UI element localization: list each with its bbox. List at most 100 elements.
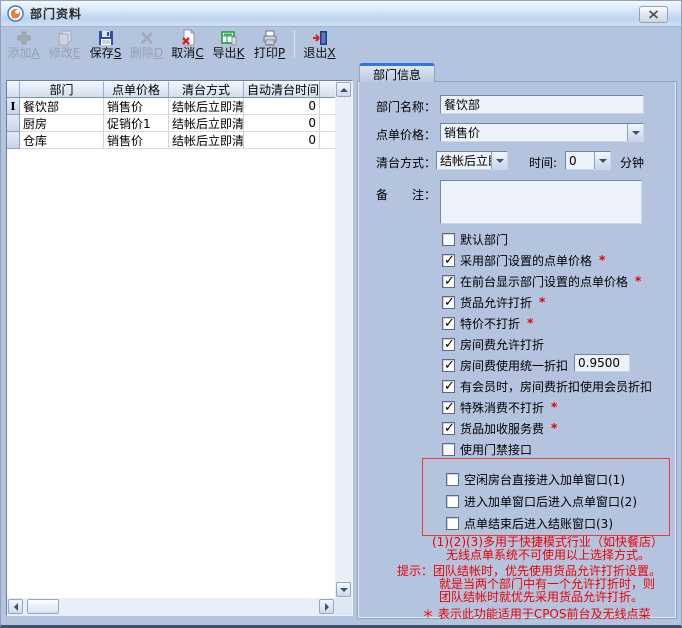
checkbox-box[interactable] <box>446 473 459 486</box>
cell-clear[interactable]: 结帐后立即清 <box>169 115 244 132</box>
checkbox-add-window-to-order-window[interactable]: 进入加单窗口后进入点单窗口(2) <box>446 494 637 508</box>
checkbox-box[interactable] <box>442 275 455 288</box>
dropdown-button[interactable] <box>627 124 643 141</box>
table-row[interactable]: 仓库 销售价 结帐后立即清 0 <box>7 132 335 149</box>
scrollbar-corner <box>335 598 352 615</box>
cell-dept[interactable]: 餐饮部 <box>20 98 104 115</box>
cell-dept[interactable]: 仓库 <box>20 132 104 149</box>
checkbox-goods-service-charge[interactable]: 货品加收服务费 * <box>442 421 557 435</box>
checkbox-box[interactable] <box>442 359 455 372</box>
header-dept[interactable]: 部门 <box>20 81 104 97</box>
checkbox-room-fee-discount-allowed[interactable]: 房间费允许打折 <box>442 337 544 351</box>
table-header-row: 部门 点单价格 清台方式 自动清台时间 <box>7 81 335 98</box>
checkbox-box[interactable] <box>442 338 455 351</box>
checkbox-box[interactable] <box>442 443 455 456</box>
memo-textarea[interactable] <box>440 180 642 224</box>
checkbox-label: 默认部门 <box>460 231 508 248</box>
header-clear-mode[interactable]: 清台方式 <box>169 81 244 97</box>
checkbox-box[interactable] <box>442 254 455 267</box>
close-button[interactable] <box>639 6 668 23</box>
scroll-up-button[interactable] <box>336 82 351 97</box>
order-price-select[interactable]: 销售价 <box>440 123 644 142</box>
checkbox-box[interactable] <box>442 296 455 309</box>
window-title: 部门资料 <box>30 5 82 22</box>
header-selector <box>7 81 20 97</box>
cell-clear[interactable]: 结帐后立即清 <box>169 98 244 115</box>
checkbox-default-department[interactable]: 默认部门 <box>442 232 515 246</box>
checkbox-special-price-no-discount[interactable]: 特价不打折 * <box>442 316 533 330</box>
checkbox-order-end-to-checkout-window[interactable]: 点单结束后进入结账窗口(3) <box>446 516 613 530</box>
clear-mode-select[interactable]: 结帐后立即清 <box>436 151 508 170</box>
printer-icon <box>261 29 279 47</box>
department-name-input[interactable] <box>440 95 644 114</box>
cancel-page-icon <box>179 29 197 47</box>
cell-price[interactable]: 促销价1 <box>104 115 169 132</box>
checkbox-box[interactable] <box>442 233 455 246</box>
dropdown-button[interactable] <box>594 152 610 169</box>
price-label: 点单价格： <box>376 126 436 143</box>
time-label: 时间: <box>529 154 557 171</box>
tab-department-info[interactable]: 部门信息 <box>359 63 435 82</box>
checkbox-show-dept-price-front[interactable]: 在前台显示部门设置的点单价格 * <box>442 274 641 288</box>
scroll-down-button[interactable] <box>336 582 351 597</box>
clear-mode-label: 清台方式： <box>376 154 436 171</box>
scroll-left-button[interactable] <box>8 599 23 614</box>
save-floppy-icon <box>97 29 115 47</box>
app-logo-icon <box>7 5 24 22</box>
cell-dept[interactable]: 厨房 <box>20 115 104 132</box>
chevron-down-icon <box>632 131 640 139</box>
modify-button[interactable]: 修改E <box>44 28 85 61</box>
chevron-down-icon <box>599 159 607 167</box>
checkbox-label: 房间费允许打折 <box>460 336 544 353</box>
red-notes: (1)(2)(3)多用于快捷模式行业（如快餐店） 无线点单系统不可使用以上选择方… <box>358 536 676 621</box>
header-price[interactable]: 点单价格 <box>104 81 169 97</box>
vertical-scrollbar[interactable] <box>335 81 352 598</box>
required-star: * <box>539 295 545 309</box>
delete-button[interactable]: 删除D <box>126 28 167 61</box>
add-button[interactable]: 添加A <box>3 28 44 61</box>
checkbox-label: 在前台显示部门设置的点单价格 <box>460 273 628 290</box>
checkbox-idle-table-to-add-window[interactable]: 空闲房台直接进入加单窗口(1) <box>446 472 625 486</box>
dropdown-button[interactable] <box>491 152 507 169</box>
checkbox-special-consume-no-discount[interactable]: 特殊消费不打折 * <box>442 400 557 414</box>
clear-mode-value: 结帐后立即清 <box>437 152 491 169</box>
print-button[interactable]: 打印P <box>249 28 290 61</box>
required-star: * <box>527 316 533 330</box>
cell-filler <box>320 132 335 149</box>
checkbox-box[interactable] <box>442 401 455 414</box>
checkbox-box[interactable] <box>446 495 459 508</box>
checkbox-box[interactable] <box>446 517 459 530</box>
checkbox-room-fee-unified-discount[interactable]: 房间费使用统一折扣 <box>442 358 568 372</box>
table-row[interactable]: I 餐饮部 销售价 结帐后立即清 0 <box>7 98 335 115</box>
cancel-button[interactable]: 取消C <box>167 28 208 61</box>
cell-price[interactable]: 销售价 <box>104 98 169 115</box>
checkbox-goods-discount-allowed[interactable]: 货品允许打折 * <box>442 295 545 309</box>
cell-clear[interactable]: 结帐后立即清 <box>169 132 244 149</box>
checkbox-door-access-interface[interactable]: 使用门禁接口 <box>442 442 532 456</box>
minutes-label: 分钟 <box>620 154 644 171</box>
checkbox-box[interactable] <box>442 317 455 330</box>
unified-discount-input[interactable] <box>574 354 630 372</box>
horizontal-scrollbar[interactable] <box>7 598 335 615</box>
cell-price[interactable]: 销售价 <box>104 132 169 149</box>
title-bar[interactable]: 部门资料 <box>1 1 681 27</box>
export-button[interactable]: 导出K <box>208 28 249 61</box>
checkbox-box[interactable] <box>442 380 455 393</box>
table-row[interactable]: 厨房 促销价1 结帐后立即清 0 <box>7 115 335 132</box>
checkbox-label: 货品加收服务费 <box>460 420 544 437</box>
time-select[interactable]: 0 <box>565 151 611 170</box>
row-selector <box>7 132 20 149</box>
cell-time[interactable]: 0 <box>244 98 320 115</box>
save-button[interactable]: 保存S <box>85 28 126 61</box>
scroll-right-button[interactable] <box>319 599 334 614</box>
checkbox-label: 货品允许打折 <box>460 294 532 311</box>
checkbox-box[interactable] <box>442 422 455 435</box>
checkbox-member-room-discount[interactable]: 有会员时，房间费折扣使用会员折扣 <box>442 379 652 393</box>
checkbox-use-dept-price[interactable]: 采用部门设置的点单价格 * <box>442 253 605 267</box>
cell-time[interactable]: 0 <box>244 132 320 149</box>
horizontal-scroll-thumb[interactable] <box>27 599 59 614</box>
checkbox-label: 特殊消费不打折 <box>460 399 544 416</box>
header-auto-clear-time[interactable]: 自动清台时间 <box>244 81 320 97</box>
exit-button[interactable]: 退出X <box>299 28 340 61</box>
cell-time[interactable]: 0 <box>244 115 320 132</box>
